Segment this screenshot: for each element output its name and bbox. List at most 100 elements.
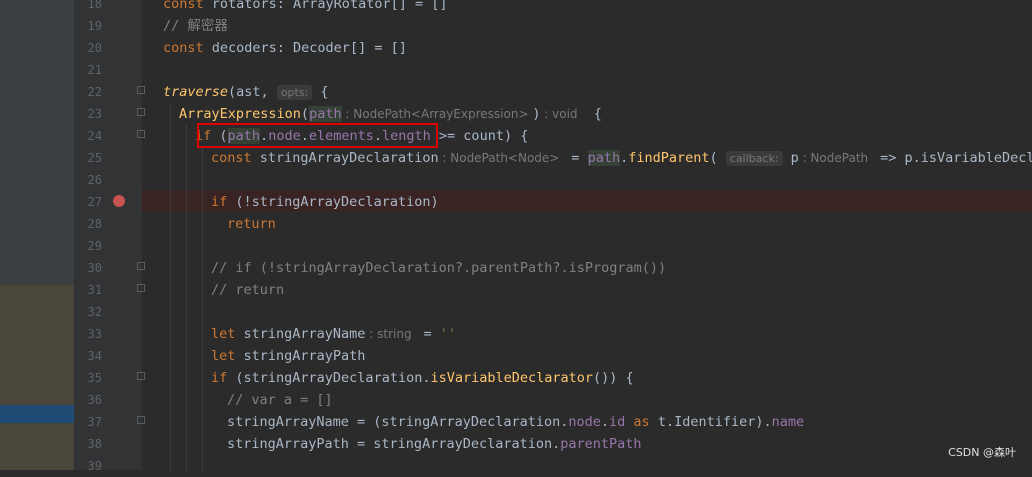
tool-window-area: [0, 0, 74, 285]
line-number: 19: [87, 19, 102, 33]
tool-window-selected-row[interactable]: [0, 405, 74, 423]
code-line-27[interactable]: if (!stringArrayDeclaration): [211, 191, 439, 213]
type-hint: : NodePath<Node>: [438, 151, 564, 165]
type-hint: : string: [365, 327, 416, 341]
token: rotators: ArrayRotator[] = []: [203, 0, 448, 12]
token: stringArrayDeclaration: [251, 150, 439, 166]
comment: // return: [211, 282, 285, 298]
code-line-37[interactable]: stringArrayName = (stringArrayDeclaratio…: [227, 411, 804, 433]
comment: // if (!stringArrayDeclaration?.parentPa…: [211, 260, 667, 276]
line-number: 39: [87, 459, 102, 473]
token: stringArrayName: [235, 326, 366, 342]
type-hint: : NodePath<ArrayExpression>: [341, 107, 533, 121]
token: path: [587, 150, 621, 166]
fold-marker-icon[interactable]: [137, 372, 145, 380]
line-number: 38: [87, 437, 102, 451]
token: name: [771, 414, 805, 430]
line-number: 36: [87, 393, 102, 407]
code-line-22[interactable]: traverse(ast, opts: {: [163, 81, 329, 103]
token: '': [439, 326, 457, 342]
token: (stringArrayDeclaration.: [227, 370, 431, 386]
line-number: 26: [87, 173, 102, 187]
code-line-31[interactable]: // return: [211, 279, 284, 301]
code-line-18[interactable]: const rotators: ArrayRotator[] = []: [163, 0, 447, 15]
fold-marker-icon[interactable]: [137, 108, 145, 116]
fold-marker-icon[interactable]: [137, 86, 145, 94]
token: id: [609, 414, 626, 430]
token: if: [211, 194, 228, 210]
token: ArrayExpression: [179, 106, 301, 122]
code-line-28[interactable]: return: [227, 213, 276, 235]
indent-guide: [202, 146, 203, 470]
line-number: 34: [87, 349, 102, 363]
fold-marker-icon[interactable]: [137, 262, 145, 270]
line-number: 37: [87, 415, 102, 429]
token: as: [625, 414, 650, 430]
code-line-23[interactable]: ArrayExpression(path : NodePath<ArrayExp…: [179, 103, 602, 125]
token: >= count) {: [430, 128, 529, 144]
line-number: 24: [87, 129, 102, 143]
code-line-38[interactable]: stringArrayPath = stringArrayDeclaration…: [227, 433, 642, 455]
code-line-36[interactable]: // var a = []: [227, 389, 333, 411]
parameter-hint: opts:: [276, 85, 313, 100]
fold-marker-icon[interactable]: [137, 130, 145, 138]
token: =: [563, 150, 588, 166]
token: path: [309, 106, 342, 122]
project-tool-window[interactable]: [0, 0, 74, 470]
fold-marker-icon[interactable]: [137, 416, 145, 424]
token: t.Identifier).: [649, 414, 772, 430]
line-number: 32: [87, 305, 102, 319]
code-line-30[interactable]: // if (!stringArrayDeclaration?.parentPa…: [211, 257, 666, 279]
watermark: CSDN @森叶: [948, 446, 1016, 459]
line-number: 33: [87, 327, 102, 341]
fold-marker-icon[interactable]: [137, 284, 145, 292]
token: const: [163, 40, 204, 56]
code-line-35[interactable]: if (stringArrayDeclaration.isVariableDec…: [211, 367, 634, 389]
indent-guide: [186, 124, 187, 470]
token: stringArrayName = (stringArrayDeclaratio…: [227, 414, 569, 430]
line-number: 20: [87, 41, 102, 55]
token: .: [620, 150, 629, 166]
token: {: [312, 84, 329, 100]
token: (: [300, 106, 310, 122]
code-line-19[interactable]: // 解密器: [163, 15, 228, 37]
parameter-hint: callback:: [725, 151, 783, 166]
line-number: 21: [87, 63, 102, 77]
token: => p.: [871, 150, 921, 166]
token: const: [211, 150, 252, 166]
code-line-25[interactable]: const stringArrayDeclaration : NodePath<…: [211, 147, 1032, 169]
token: ()) {: [593, 370, 634, 386]
breakpoint-icon[interactable]: [113, 195, 125, 207]
line-number: 27: [87, 195, 102, 209]
token: p: [782, 150, 799, 166]
line-number: 35: [87, 371, 102, 385]
type-hint: : void: [540, 107, 578, 121]
code-line-34[interactable]: let stringArrayPath: [211, 345, 365, 367]
line-number: 31: [87, 283, 102, 297]
token: (!stringArrayDeclaration): [227, 194, 439, 210]
token: node: [568, 414, 601, 430]
token: isVariableDeclarator: [920, 150, 1032, 166]
token: parentPath: [560, 436, 642, 452]
code-line-33[interactable]: let stringArrayName : string = '': [211, 323, 456, 345]
code-line-20[interactable]: const decoders: Decoder[] = []: [163, 37, 407, 59]
comment: // 解密器: [163, 18, 228, 34]
token: traverse: [163, 84, 229, 100]
token: isVariableDeclarator: [430, 370, 594, 386]
token: (ast,: [228, 84, 277, 100]
token: decoders: Decoder[] = []: [203, 40, 407, 56]
tool-window-lower-area: [0, 423, 74, 470]
line-number: 22: [87, 85, 102, 99]
tool-window-selection-area: [0, 285, 74, 405]
token: const: [163, 0, 204, 12]
token: (: [709, 150, 726, 166]
line-number: 30: [87, 261, 102, 275]
token: =: [415, 326, 440, 342]
token: let: [211, 326, 236, 342]
token: {: [577, 106, 602, 122]
token: stringArrayPath = stringArrayDeclaration…: [227, 436, 561, 452]
token: .: [600, 414, 610, 430]
type-hint: : NodePath: [798, 151, 872, 165]
token: findParent: [628, 150, 710, 166]
line-number: 29: [87, 239, 102, 253]
